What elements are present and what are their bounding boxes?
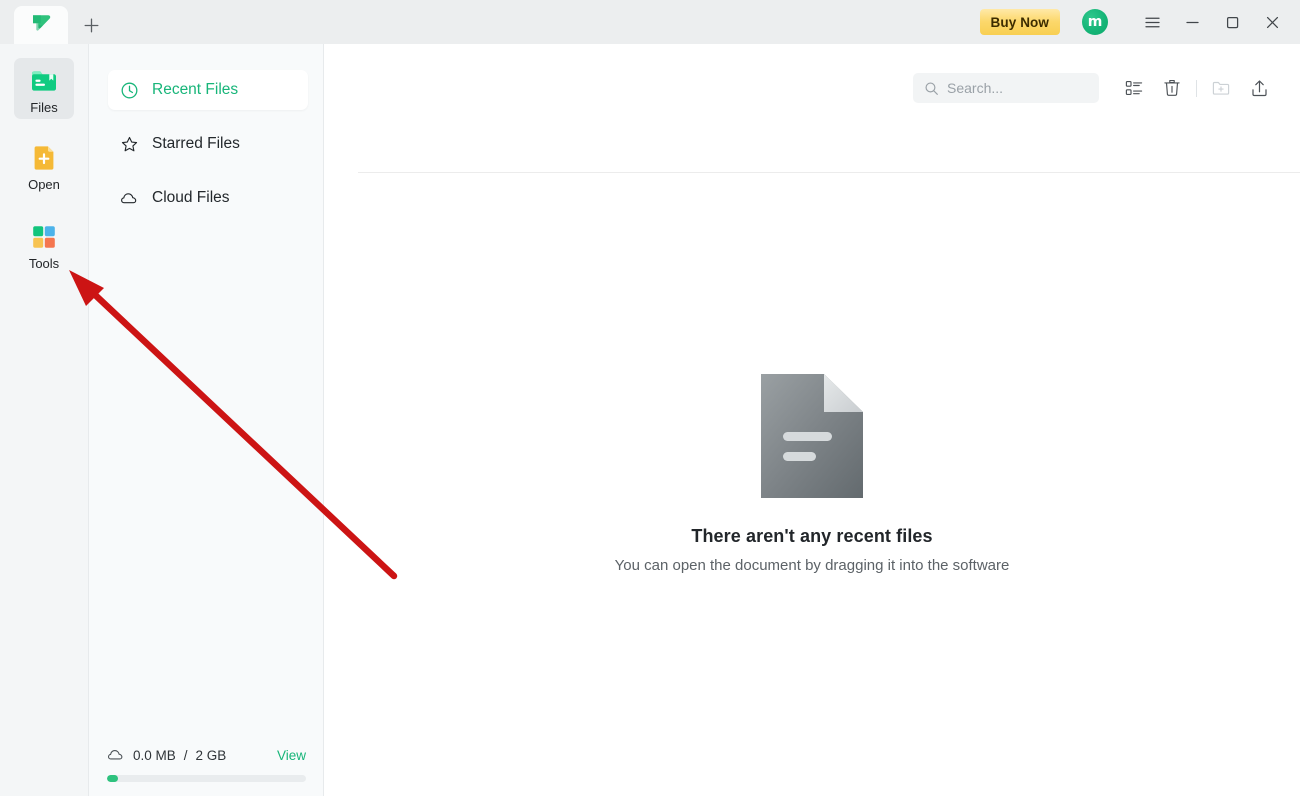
rail-item-tools[interactable]: Tools [0,196,88,275]
storage-progress-fill [107,775,118,782]
star-icon [121,136,138,151]
list-view-button[interactable] [1115,69,1153,107]
upload-icon [1251,79,1267,96]
content-toolbar [324,44,1300,132]
storage-progress-bar [107,775,306,782]
minimize-icon [1185,21,1199,23]
toolbar-separator [358,172,1300,173]
title-bar: Buy Now m [0,0,1300,44]
sidebar-item-starred-files[interactable]: Starred Files [108,124,308,164]
storage-indicator: 0.0 MB / 2 GB View [89,746,324,796]
sidebar-item-label: Recent Files [152,81,239,98]
search-box[interactable] [913,73,1099,103]
upload-button[interactable] [1240,69,1278,107]
storage-total: 2 GB [195,747,227,763]
buy-now-button[interactable]: Buy Now [979,9,1060,35]
empty-state-title: There aren't any recent files [691,526,933,546]
sidebar-nav: Recent Files Starred Files Cloud Files [89,44,323,218]
app-window: Buy Now m Files Open Tools Recent Files … [0,0,1300,796]
maximize-icon [1226,16,1238,28]
empty-state-subtitle: You can open the document by dragging it… [614,557,1010,574]
storage-separator: / [183,747,188,763]
plus-icon [84,18,98,32]
app-logo-icon [33,15,51,31]
sidebar-item-recent-files[interactable]: Recent Files [108,70,308,110]
sidebar: Recent Files Starred Files Cloud Files 0… [89,44,324,796]
rail-item-label: Open [28,177,60,192]
avatar[interactable]: m [1082,9,1108,35]
sidebar-item-cloud-files[interactable]: Cloud Files [108,178,308,218]
sidebar-item-label: Starred Files [152,135,240,152]
hamburger-menu-icon [1144,17,1160,27]
maximize-button[interactable] [1212,0,1252,44]
empty-state: There aren't any recent files You can op… [324,374,1300,574]
title-bar-right: Buy Now m [979,0,1300,44]
document-plus-icon [34,146,54,170]
minimize-button[interactable] [1172,0,1212,44]
search-input[interactable] [947,80,1088,96]
toolbar-divider [1196,79,1197,97]
rail-item-label: Tools [28,256,60,271]
rail-item-label: Files [30,100,58,115]
four-squares-grid-icon [33,226,55,248]
sidebar-item-label: Cloud Files [152,189,230,206]
storage-view-link[interactable]: View [277,748,306,763]
left-rail: Files Open Tools [0,44,89,796]
cloud-icon [107,750,123,760]
close-icon [1266,16,1278,28]
close-button[interactable] [1252,0,1292,44]
new-tab-button[interactable] [68,6,114,44]
menu-button[interactable] [1132,0,1172,44]
list-view-icon [1125,81,1143,95]
storage-used: 0.0 MB [133,747,176,763]
cloud-icon [121,192,137,203]
new-folder-icon [1212,81,1230,95]
app-tab[interactable] [14,6,68,44]
clock-icon [121,82,138,98]
main-content: There aren't any recent files You can op… [324,44,1300,796]
folder-bookmark-icon [32,71,56,91]
tab-strip [0,0,114,44]
document-placeholder-icon [761,374,863,498]
rail-item-open[interactable]: Open [0,119,88,196]
new-folder-button[interactable] [1202,69,1240,107]
search-icon [925,81,938,95]
trash-icon [1164,80,1180,96]
rail-item-files[interactable]: Files [0,44,88,119]
trash-button[interactable] [1153,69,1191,107]
